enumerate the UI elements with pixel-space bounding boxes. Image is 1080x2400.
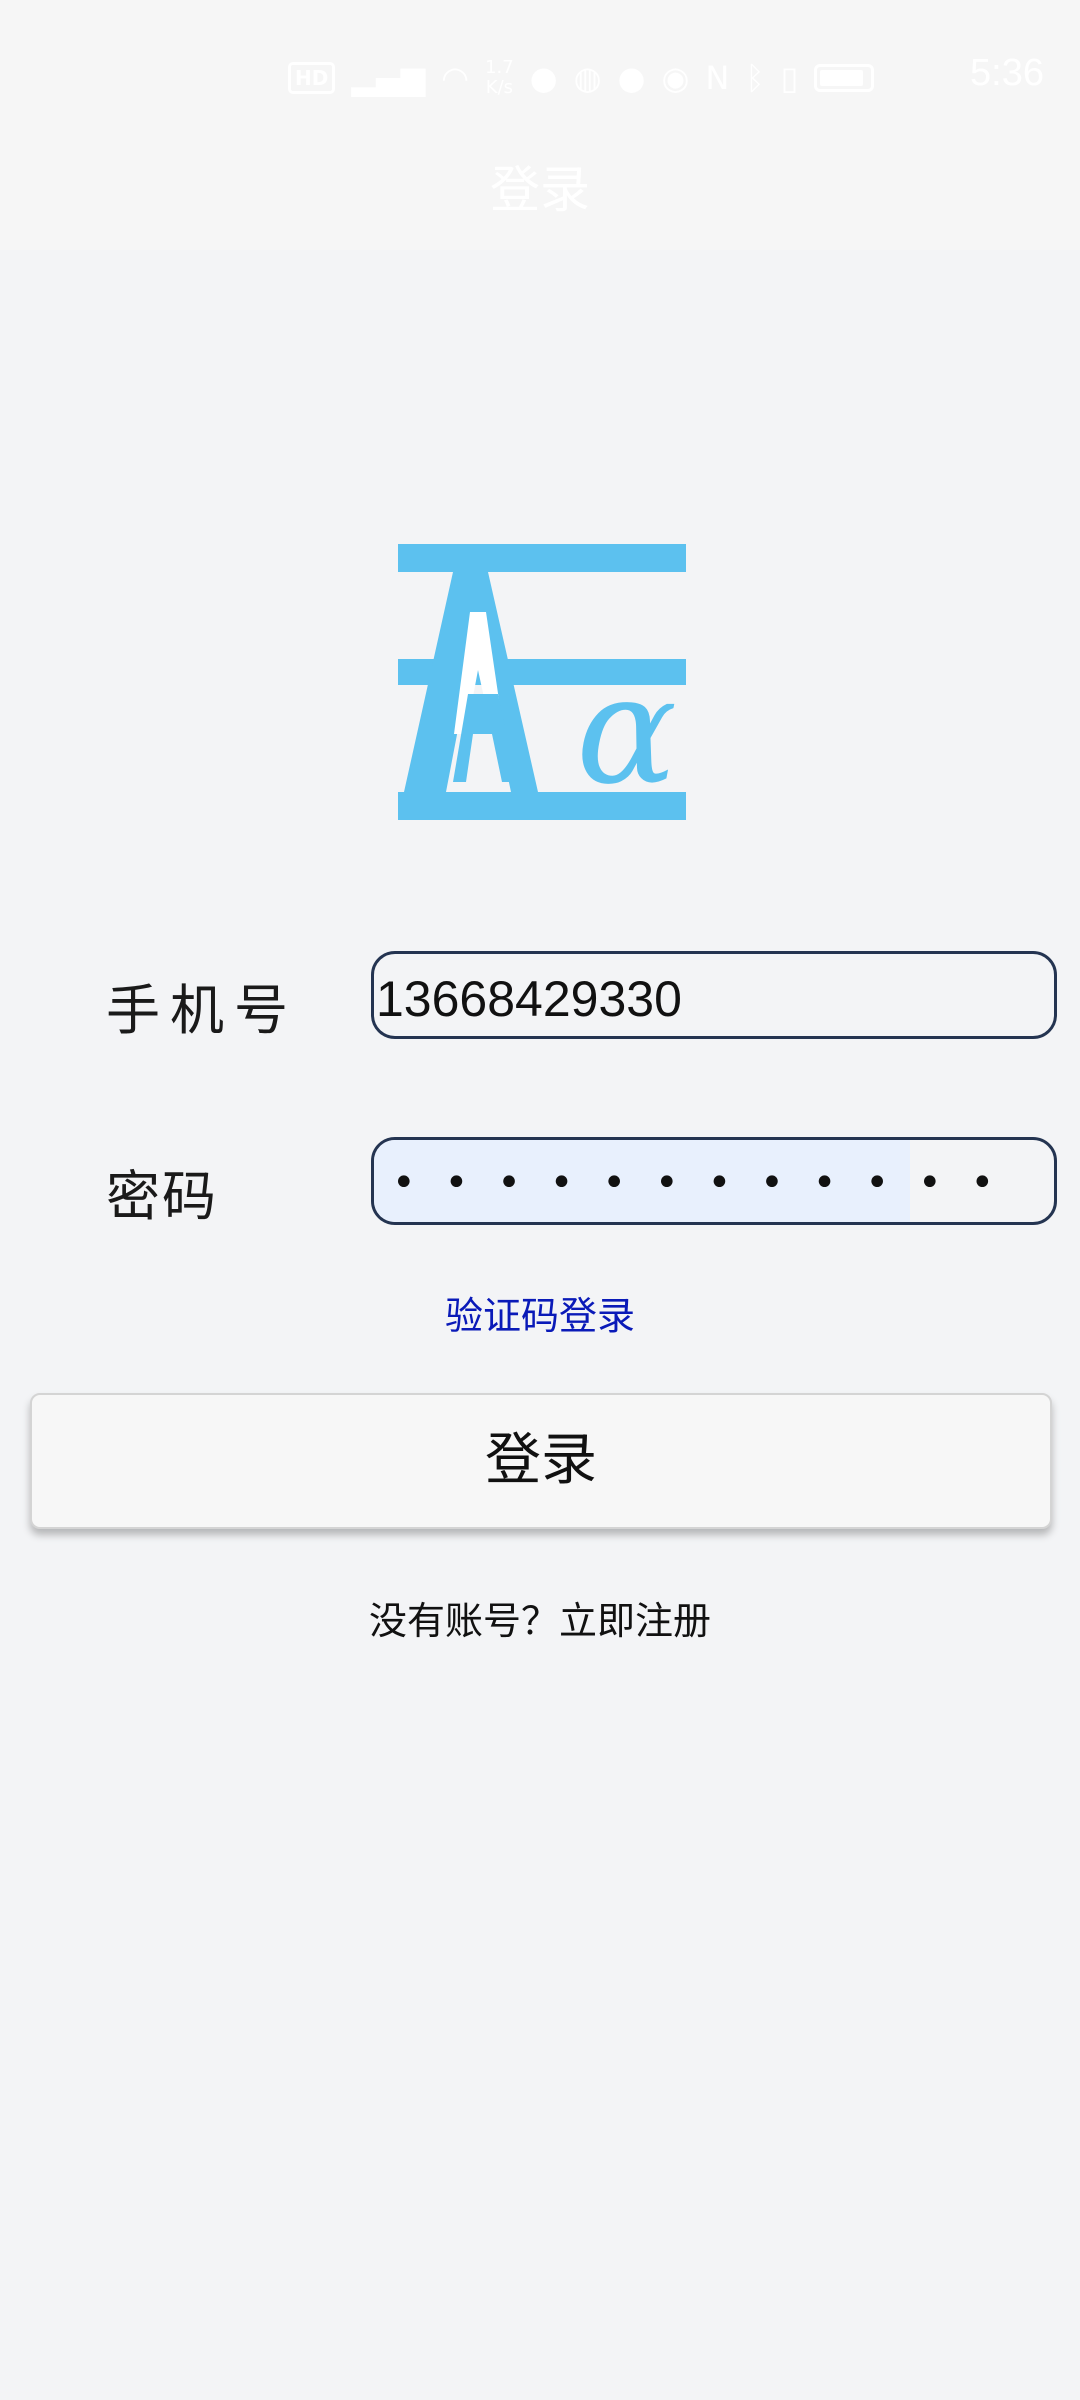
battery-level — [820, 70, 864, 86]
logo-letter-alpha: α — [576, 644, 677, 818]
app-logo: α — [398, 544, 686, 820]
password-input-value: •••••••••••• — [392, 1160, 1024, 1206]
message-icon: ● — [529, 59, 558, 97]
wechat-icon: ● — [617, 59, 646, 97]
status-bar: HD ▂▄▆ ◠ 1.7 K/s ● ◍ ● ◉ N ᛒ ▯ 5:36 — [0, 0, 1080, 130]
signal-icon: ▂▄▆ — [351, 59, 426, 97]
chat-icon: ◍ — [573, 59, 602, 97]
eye-icon: ◉ — [661, 59, 690, 97]
battery-icon — [814, 64, 875, 92]
bluetooth-icon: ᛒ — [745, 59, 765, 97]
wifi-icon: ◠ — [441, 59, 470, 97]
hd-icon: HD — [288, 62, 336, 94]
sms-login-link[interactable]: 验证码登录 — [0, 1285, 1080, 1340]
logo-top-bar — [398, 544, 686, 572]
login-button[interactable]: 登录 — [30, 1393, 1052, 1529]
phone-label: 手机号 — [106, 979, 298, 1042]
status-time: 5:36 — [970, 52, 1044, 94]
password-label: 密码 — [106, 1165, 218, 1228]
vibrate-icon: ▯ — [780, 59, 799, 97]
nfc-icon: N — [705, 59, 730, 97]
page-title: 登录 — [490, 161, 590, 219]
network-speed-unit: K/s — [485, 77, 514, 98]
password-input[interactable]: •••••••••••• — [371, 1137, 1057, 1225]
network-speed-value: 1.7 — [485, 57, 514, 78]
register-link[interactable]: 没有账号？立即注册 — [0, 1590, 1080, 1645]
title-bar: 登录 — [0, 130, 1080, 250]
phone-input[interactable]: 13668429330 — [371, 951, 1057, 1039]
status-icons: HD ▂▄▆ ◠ 1.7 K/s ● ◍ ● ◉ N ᛒ ▯ — [288, 56, 875, 100]
network-speed: 1.7 K/s — [485, 58, 514, 98]
phone-input-value: 13668429330 — [376, 971, 682, 1027]
